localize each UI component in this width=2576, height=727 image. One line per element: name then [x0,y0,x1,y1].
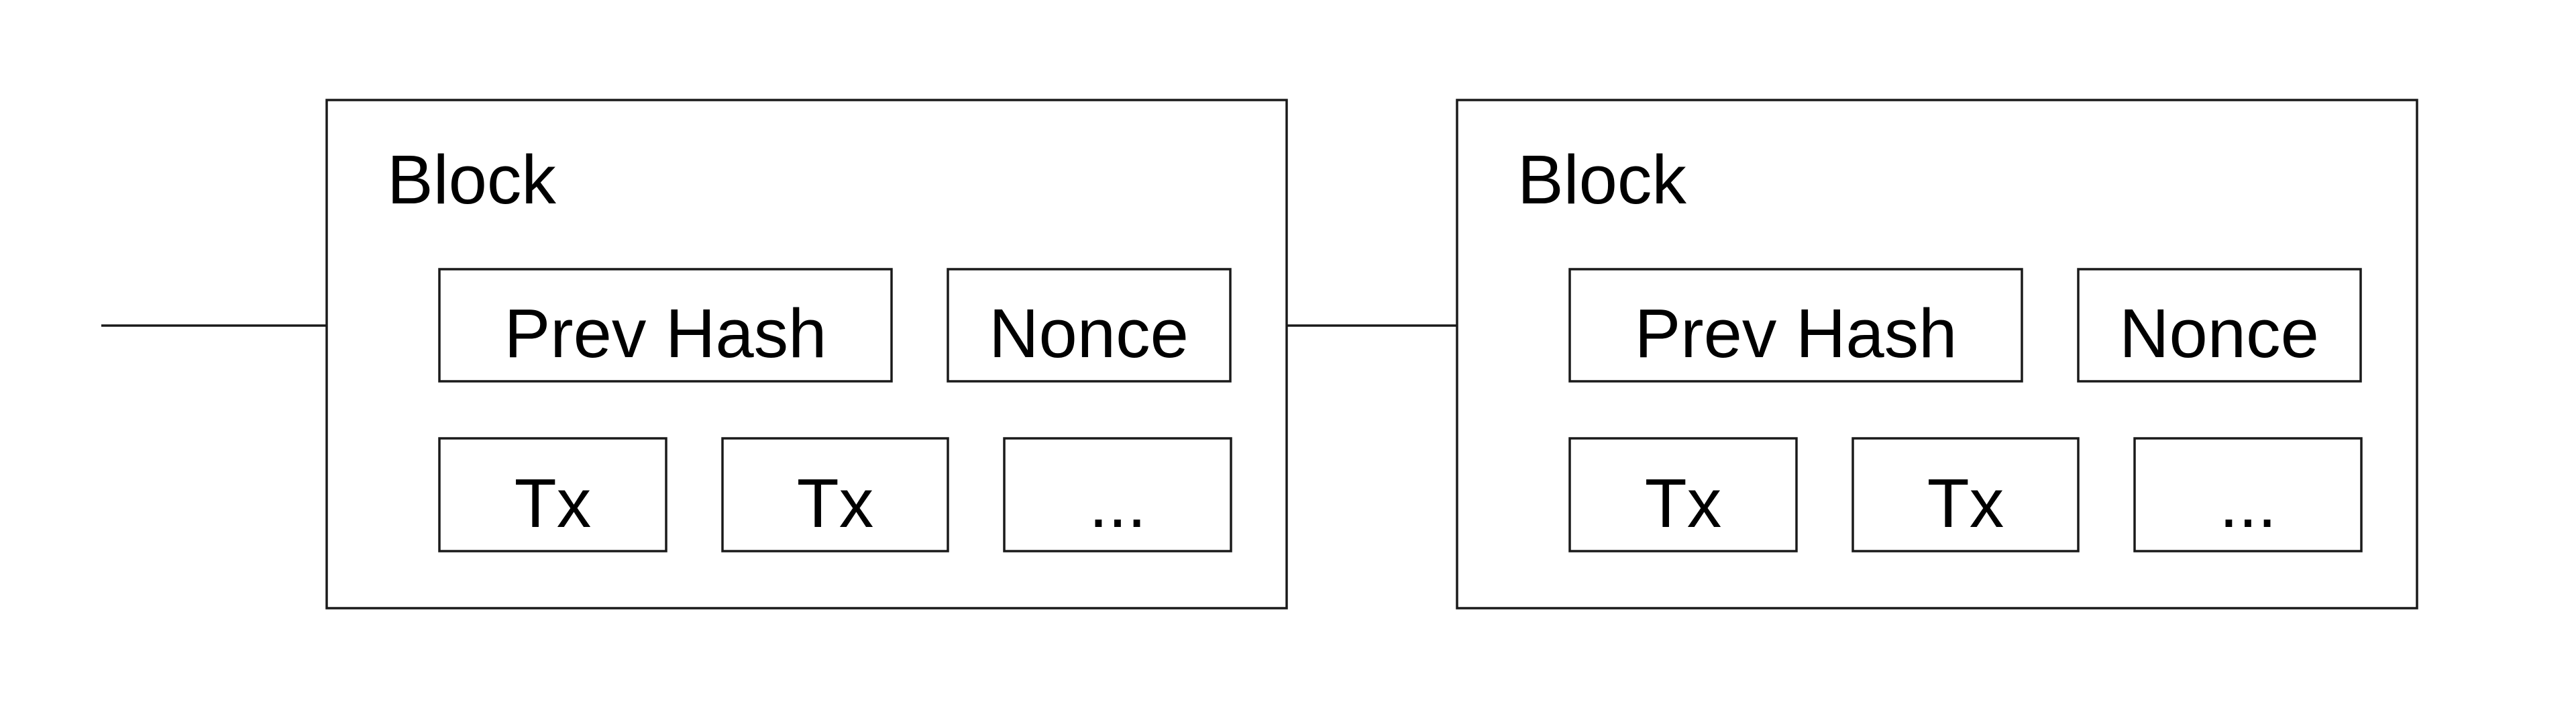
block-2-prev-hash: Prev Hash [1568,268,2023,383]
block-2-tx-more: ... [2133,437,2363,552]
blockchain-diagram: Block Prev Hash Nonce Tx Tx ... Block Pr… [101,99,2418,610]
tx-more-label: ... [2219,465,2277,542]
block-2-label: Block [1517,141,1686,218]
tx-label: Tx [1645,465,1721,542]
block-2-nonce: Nonce [2077,268,2362,383]
block-1: Block Prev Hash Nonce Tx Tx ... [325,99,1288,610]
block-1-nonce: Nonce [947,268,1232,383]
nonce-label: Nonce [989,295,1189,372]
block-1-tx-more: ... [1003,437,1232,552]
block-2-tx-1: Tx [1568,437,1798,552]
tx-label: Tx [1927,465,2004,542]
block-1-tx-1: Tx [438,437,667,552]
block-2-tx-2: Tx [1851,437,2080,552]
block-1-label: Block [387,141,556,218]
block-2: Block Prev Hash Nonce Tx Tx ... [1456,99,2418,610]
prev-hash-label: Prev Hash [1635,295,1957,372]
tx-label: Tx [515,465,591,542]
prev-hash-label: Prev Hash [504,295,827,372]
tx-label: Tx [797,465,873,542]
tx-more-label: ... [1089,465,1146,542]
block-1-tx-2: Tx [721,437,949,552]
block-1-prev-hash: Prev Hash [438,268,893,383]
nonce-label: Nonce [2119,295,2319,372]
